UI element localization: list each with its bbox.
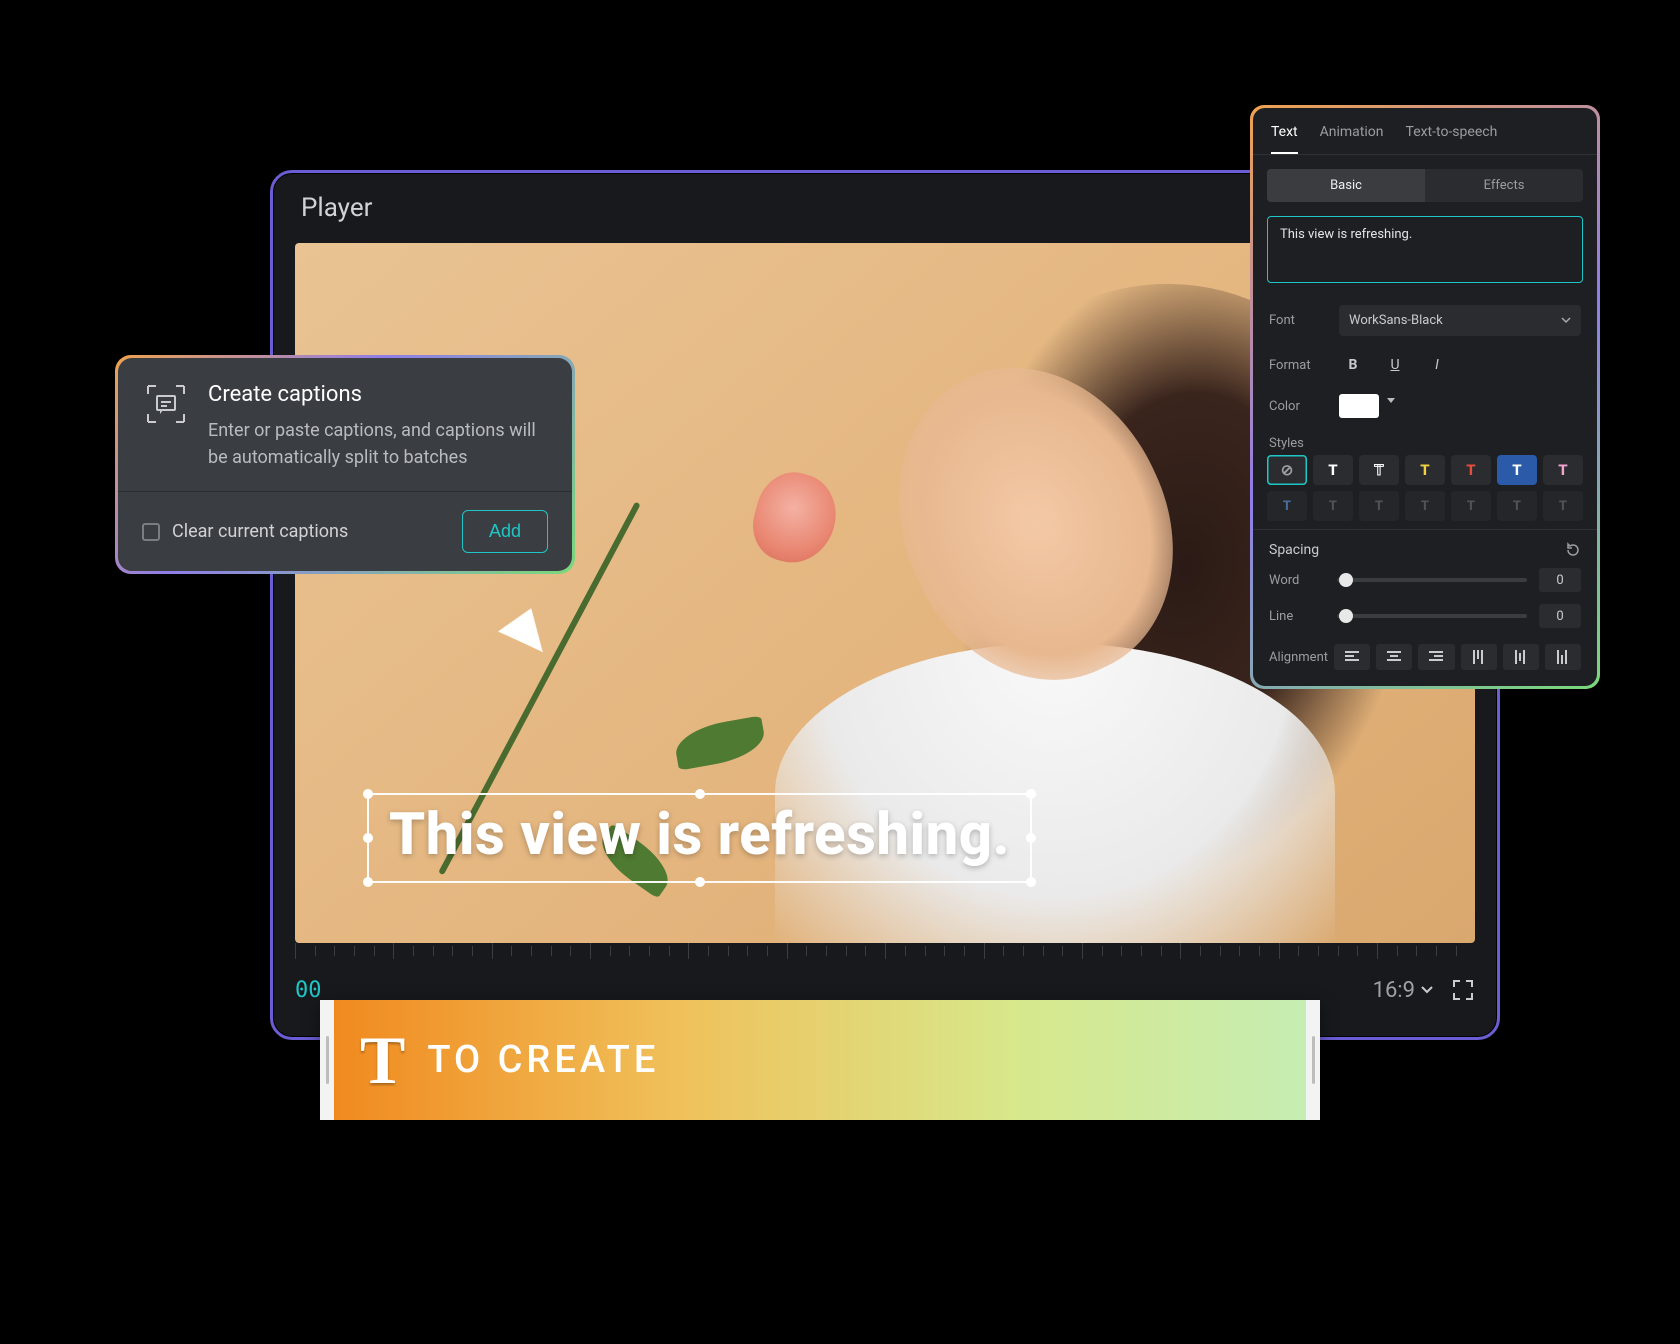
add-button[interactable]: Add: [462, 510, 548, 553]
underline-button[interactable]: U: [1381, 352, 1409, 378]
align-bottom-button[interactable]: [1545, 644, 1581, 670]
styles-label: Styles: [1253, 426, 1597, 455]
subtab-effects[interactable]: Effects: [1425, 169, 1583, 202]
text-properties-panel: Text Animation Text-to-speech Basic Effe…: [1250, 105, 1600, 689]
text-style-chip[interactable]: T: [1267, 491, 1307, 521]
modal-description: Enter or paste captions, and captions wi…: [208, 417, 548, 471]
clear-captions-checkbox[interactable]: Clear current captions: [142, 521, 348, 542]
text-style-chip[interactable]: T: [1359, 491, 1399, 521]
tab-text-to-speech[interactable]: Text-to-speech: [1406, 124, 1498, 154]
clip-body[interactable]: T TO CREATE: [334, 1000, 1306, 1120]
clip-handle-left[interactable]: [320, 1000, 334, 1120]
font-label: Font: [1269, 313, 1325, 328]
align-left-icon: [1345, 651, 1359, 663]
clip-handle-right[interactable]: [1306, 1000, 1320, 1120]
text-style-chip[interactable]: T: [1451, 491, 1491, 521]
caption-text: This view is refreshing.: [389, 801, 1010, 869]
caption-text-overlay[interactable]: This view is refreshing.: [367, 793, 1032, 883]
align-right-icon: [1429, 651, 1443, 663]
format-label: Format: [1269, 358, 1325, 373]
subtab-basic[interactable]: Basic: [1267, 169, 1425, 202]
word-spacing-slider[interactable]: [1337, 578, 1527, 582]
clip-label: TO CREATE: [427, 1038, 659, 1082]
bold-button[interactable]: B: [1339, 352, 1367, 378]
checkbox-icon: [142, 523, 160, 541]
text-style-chip[interactable]: T: [1359, 455, 1399, 485]
modal-title: Create captions: [208, 382, 548, 407]
resize-handle[interactable]: [363, 877, 373, 887]
line-spacing-slider[interactable]: [1337, 614, 1527, 618]
player-title: Player: [301, 193, 372, 223]
text-style-chip[interactable]: T: [1451, 455, 1491, 485]
font-value: WorkSans-Black: [1349, 313, 1443, 328]
resize-handle[interactable]: [363, 789, 373, 799]
line-spacing-value[interactable]: 0: [1539, 604, 1581, 628]
tab-text[interactable]: Text: [1271, 124, 1298, 154]
chevron-down-icon: [1561, 317, 1571, 324]
align-bottom-icon: [1557, 650, 1569, 664]
reset-icon[interactable]: [1565, 542, 1581, 558]
align-top-icon: [1473, 650, 1485, 664]
resize-handle[interactable]: [363, 833, 373, 843]
resize-handle[interactable]: [695, 877, 705, 887]
captions-icon: [144, 382, 188, 426]
text-style-chip[interactable]: T: [1497, 491, 1537, 521]
text-clip-icon: T: [360, 1021, 405, 1100]
align-center-button[interactable]: [1376, 644, 1412, 670]
align-center-icon: [1387, 651, 1401, 663]
timeline-clip[interactable]: T TO CREATE: [320, 1000, 1320, 1120]
color-label: Color: [1269, 399, 1325, 414]
resize-handle[interactable]: [695, 789, 705, 799]
timecode: 00: [295, 978, 322, 1003]
italic-button[interactable]: I: [1423, 352, 1451, 378]
word-spacing-value[interactable]: 0: [1539, 568, 1581, 592]
text-style-chip[interactable]: T: [1313, 491, 1353, 521]
aspect-ratio-value: 16:9: [1373, 978, 1415, 1003]
align-middle-button[interactable]: [1503, 644, 1539, 670]
text-style-chip[interactable]: T: [1313, 455, 1353, 485]
caption-text-input[interactable]: This view is refreshing.: [1267, 216, 1583, 283]
align-right-button[interactable]: [1418, 644, 1454, 670]
font-select[interactable]: WorkSans-Black: [1339, 305, 1581, 336]
line-spacing-label: Line: [1269, 609, 1325, 624]
illustration-rose: [745, 464, 846, 572]
text-style-chip[interactable]: T: [1543, 455, 1583, 485]
text-style-chip[interactable]: T: [1497, 455, 1537, 485]
fullscreen-icon: [1451, 978, 1475, 1002]
alignment-label: Alignment: [1269, 650, 1328, 665]
text-style-chip[interactable]: ⊘: [1267, 455, 1307, 485]
spacing-label: Spacing: [1269, 542, 1319, 558]
color-picker[interactable]: [1339, 394, 1379, 418]
align-middle-icon: [1515, 650, 1527, 664]
text-style-chip[interactable]: T: [1405, 455, 1445, 485]
illustration-leaf: [672, 715, 768, 770]
aspect-ratio-selector[interactable]: 16:9: [1373, 978, 1433, 1003]
fullscreen-button[interactable]: [1451, 978, 1475, 1002]
create-captions-modal: Create captions Enter or paste captions,…: [115, 355, 575, 574]
align-top-button[interactable]: [1461, 644, 1497, 670]
chevron-down-icon: [1421, 986, 1433, 994]
word-spacing-label: Word: [1269, 573, 1325, 588]
text-style-chip[interactable]: T: [1543, 491, 1583, 521]
align-left-button[interactable]: [1334, 644, 1370, 670]
styles-grid: ⊘TTTTTTTTTTTTT: [1253, 455, 1597, 529]
text-style-chip[interactable]: T: [1405, 491, 1445, 521]
tab-animation[interactable]: Animation: [1320, 124, 1384, 154]
clear-captions-label: Clear current captions: [172, 521, 348, 542]
